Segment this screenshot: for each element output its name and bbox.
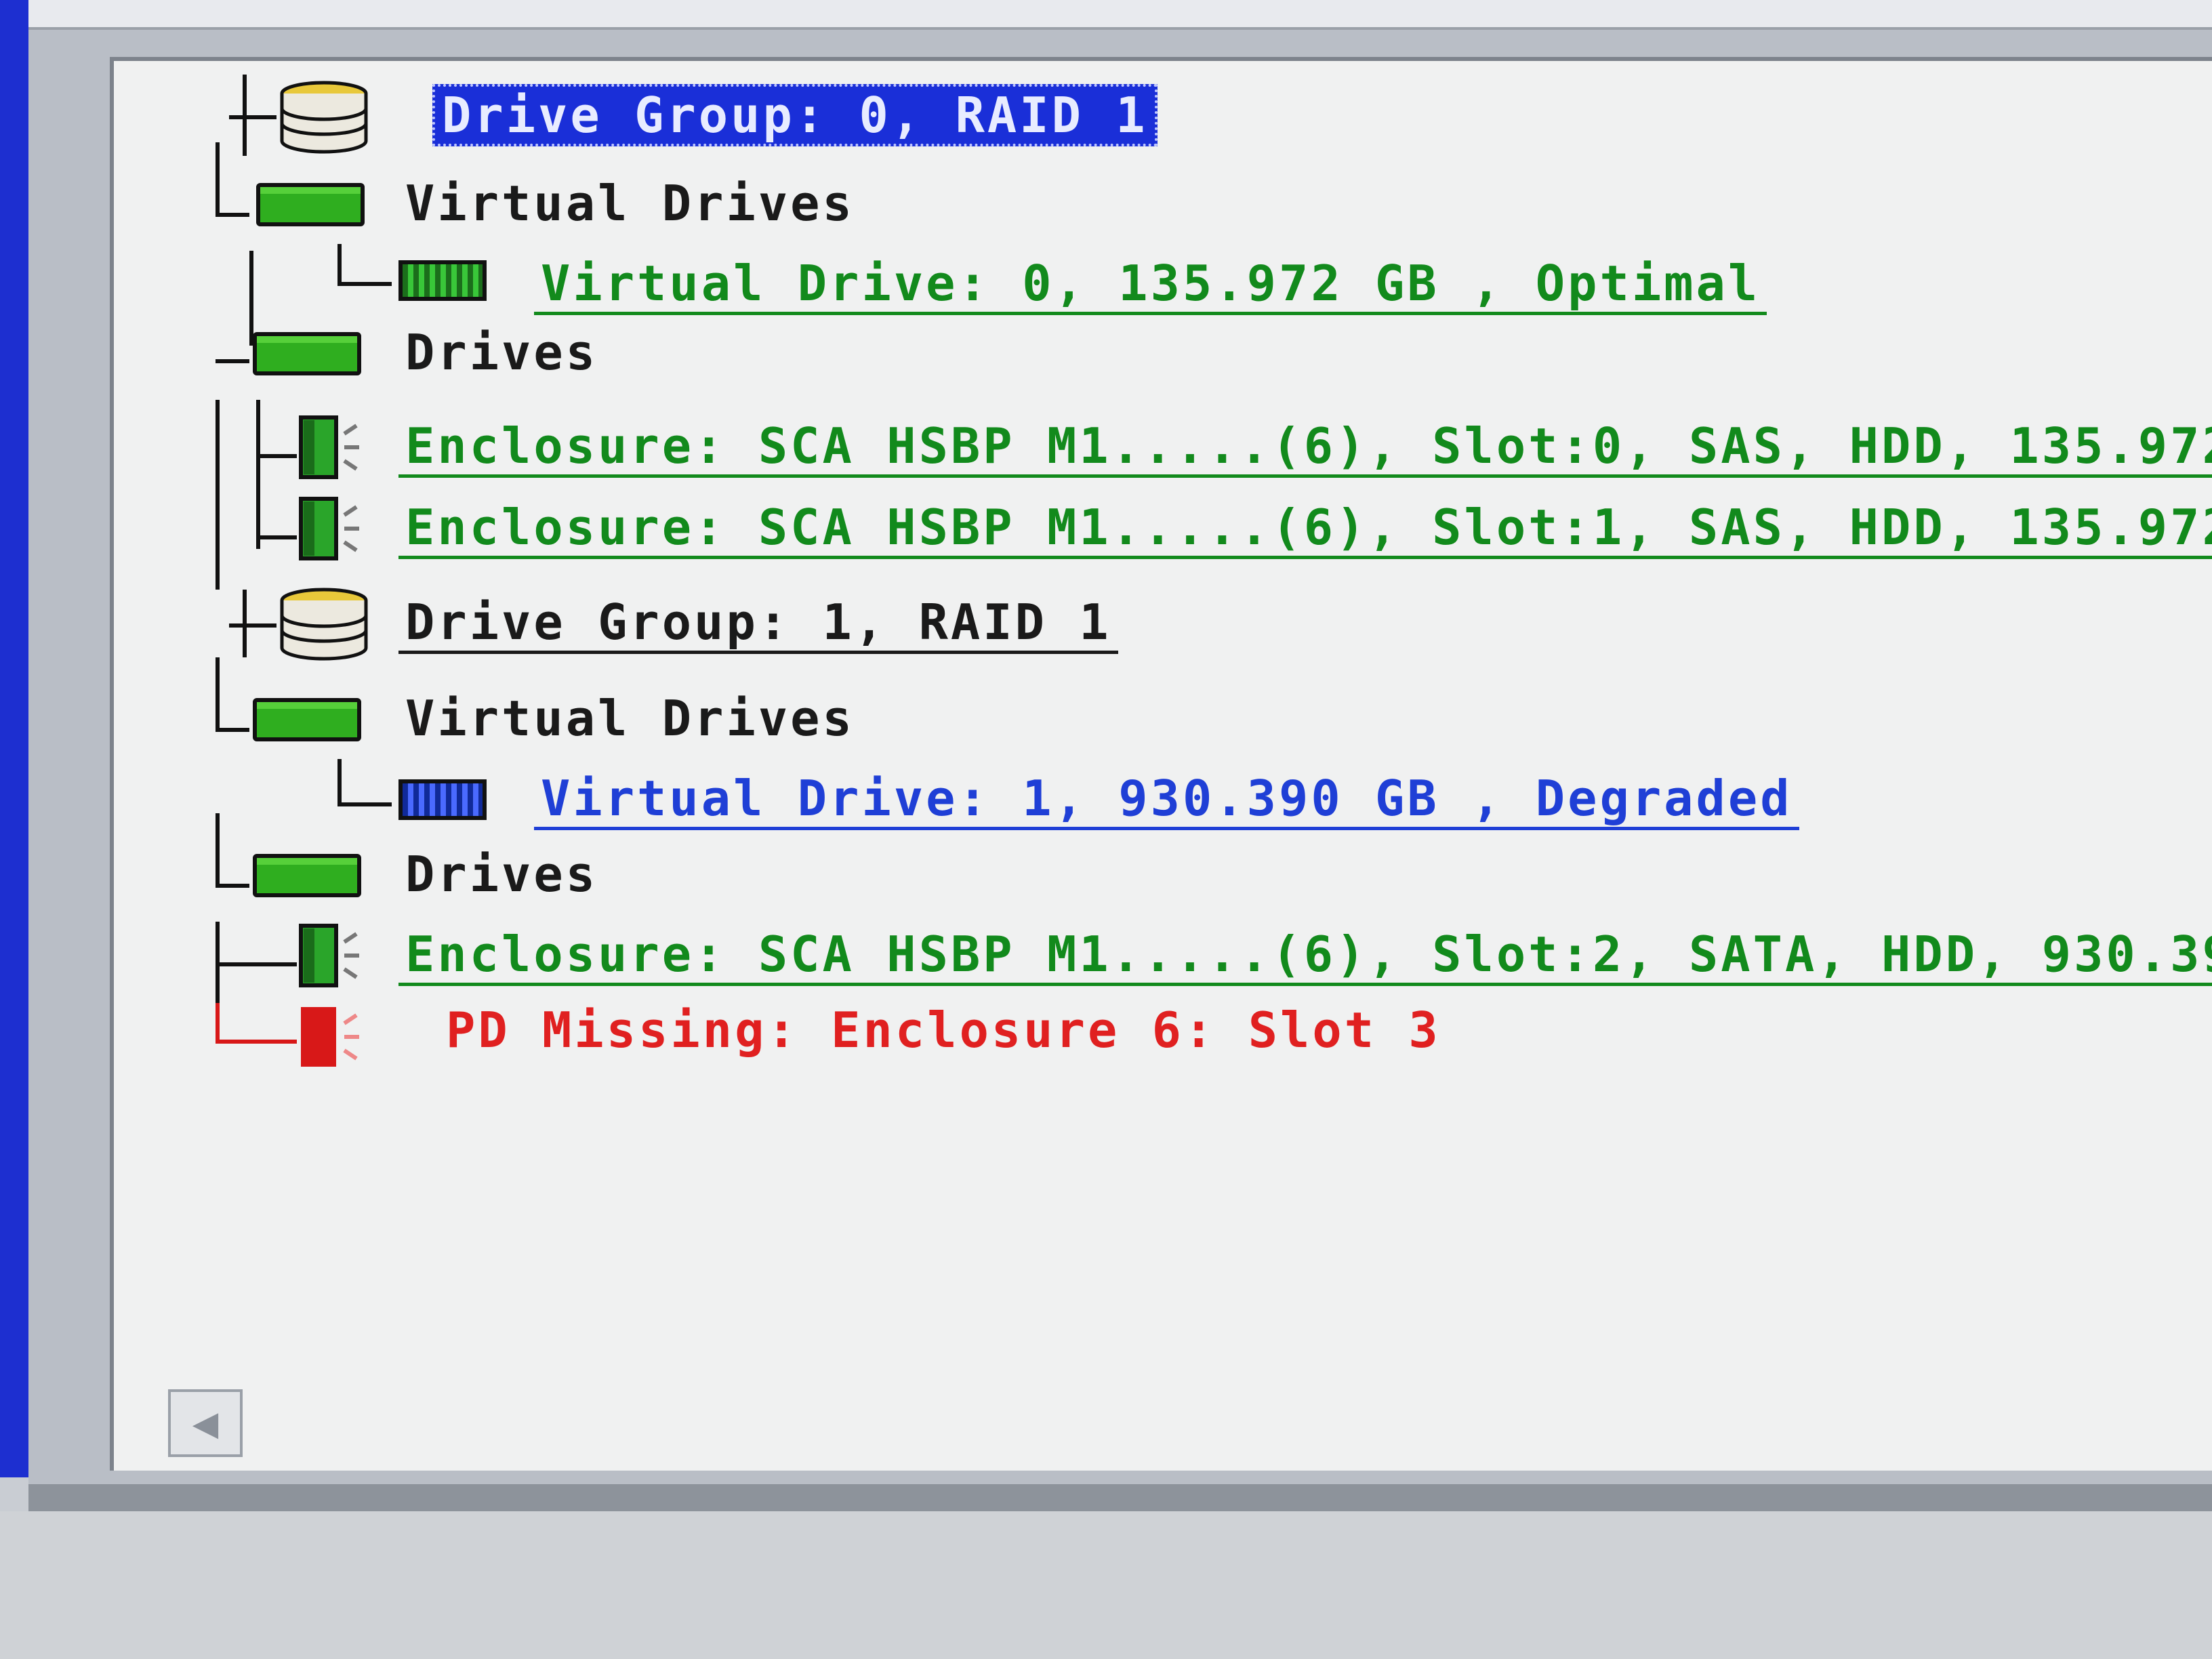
raid-tree-view[interactable]: Drive Group: 0, RAID 1 Virtual Drives Vi… bbox=[110, 57, 2212, 1471]
physical-drive-icon bbox=[299, 415, 359, 479]
physical-drive-icon bbox=[299, 924, 359, 987]
tree-node-enclosure-slot-2[interactable]: Enclosure: SCA HSBP M1.....(6), Slot:2, … bbox=[398, 922, 2212, 989]
tree-node-enclosure-slot-0[interactable]: Enclosure: SCA HSBP M1.....(6), Slot:0, … bbox=[398, 413, 2212, 481]
tree-connector bbox=[216, 813, 220, 888]
window-bottom-area bbox=[0, 1511, 2212, 1659]
folder-icon bbox=[253, 854, 361, 897]
disk-stack-icon bbox=[280, 81, 368, 154]
tree-node-label: Drives bbox=[405, 846, 598, 903]
folder-icon bbox=[253, 332, 361, 375]
virtual-drive-icon bbox=[398, 260, 487, 301]
window-top-strip bbox=[28, 0, 2212, 30]
tree-node-virtual-drives[interactable]: Virtual Drives bbox=[398, 169, 861, 237]
tree-connector bbox=[229, 115, 276, 119]
tree-connector bbox=[216, 884, 249, 888]
tree-connector bbox=[256, 535, 297, 539]
folder-icon bbox=[253, 698, 361, 741]
tree-node-label: Virtual Drive: 1, 930.390 GB , Degraded bbox=[534, 770, 1799, 830]
tree-node-label: Drives bbox=[405, 324, 598, 381]
tree-connector bbox=[216, 1040, 297, 1044]
tree-node-label: Virtual Drives bbox=[405, 175, 855, 232]
tree-connector bbox=[216, 213, 249, 217]
scroll-left-button[interactable]: ◀ bbox=[168, 1389, 243, 1457]
tree-connector bbox=[337, 282, 392, 286]
tree-connector bbox=[256, 400, 260, 549]
tree-node-pd-missing[interactable]: PD Missing: Enclosure 6: Slot 3 bbox=[439, 996, 1448, 1064]
tree-node-label: Virtual Drives bbox=[405, 690, 855, 747]
tree-node-label: Enclosure: SCA HSBP M1.....(6), Slot:0, … bbox=[398, 417, 2212, 478]
window-bottom-bar bbox=[28, 1484, 2212, 1511]
tree-node-drive-group-1[interactable]: Drive Group: 1, RAID 1 bbox=[398, 590, 1118, 657]
tree-node-drive-group-0[interactable]: Drive Group: 0, RAID 1 bbox=[432, 81, 1158, 149]
tree-connector bbox=[216, 400, 220, 590]
tree-connector bbox=[216, 1003, 220, 1044]
tree-connector bbox=[229, 623, 276, 628]
window-frame-left bbox=[0, 0, 28, 1477]
tree-node-label: Drive Group: 0, RAID 1 bbox=[432, 84, 1158, 146]
tree-node-label: Drive Group: 1, RAID 1 bbox=[398, 594, 1118, 654]
tree-connector bbox=[337, 759, 342, 806]
tree-connector bbox=[216, 657, 220, 732]
physical-drive-icon bbox=[299, 497, 359, 560]
tree-node-label: PD Missing: Enclosure 6: Slot 3 bbox=[446, 1002, 1441, 1059]
tree-connector bbox=[216, 142, 220, 217]
virtual-drive-icon bbox=[398, 779, 487, 820]
disk-stack-icon bbox=[280, 588, 368, 661]
panel-container: Drive Group: 0, RAID 1 Virtual Drives Vi… bbox=[28, 30, 2212, 1487]
tree-connector bbox=[256, 454, 297, 458]
tree-node-label: Enclosure: SCA HSBP M1.....(6), Slot:1, … bbox=[398, 499, 2212, 559]
tree-node-virtual-drive-0[interactable]: Virtual Drive: 0, 135.972 GB , Optimal bbox=[534, 251, 1767, 319]
scroll-left-icon: ◀ bbox=[192, 1398, 219, 1448]
tree-connector bbox=[337, 802, 392, 806]
tree-node-drives[interactable]: Drives bbox=[398, 840, 605, 908]
tree-node-label: Virtual Drive: 0, 135.972 GB , Optimal bbox=[534, 255, 1767, 315]
tree-connector bbox=[216, 728, 249, 732]
tree-node-virtual-drives[interactable]: Virtual Drives bbox=[398, 684, 861, 752]
tree-node-label: Enclosure: SCA HSBP M1.....(6), Slot:2, … bbox=[398, 926, 2212, 986]
tree-node-virtual-drive-1[interactable]: Virtual Drive: 1, 930.390 GB , Degraded bbox=[534, 766, 1799, 834]
tree-node-enclosure-slot-1[interactable]: Enclosure: SCA HSBP M1.....(6), Slot:1, … bbox=[398, 495, 2212, 562]
tree-connector bbox=[249, 251, 253, 346]
folder-icon bbox=[256, 183, 365, 226]
tree-node-drives[interactable]: Drives bbox=[398, 319, 605, 386]
tree-connector bbox=[337, 244, 342, 285]
missing-drive-icon bbox=[301, 1007, 359, 1067]
tree-connector bbox=[216, 962, 297, 966]
tree-connector bbox=[216, 359, 249, 363]
